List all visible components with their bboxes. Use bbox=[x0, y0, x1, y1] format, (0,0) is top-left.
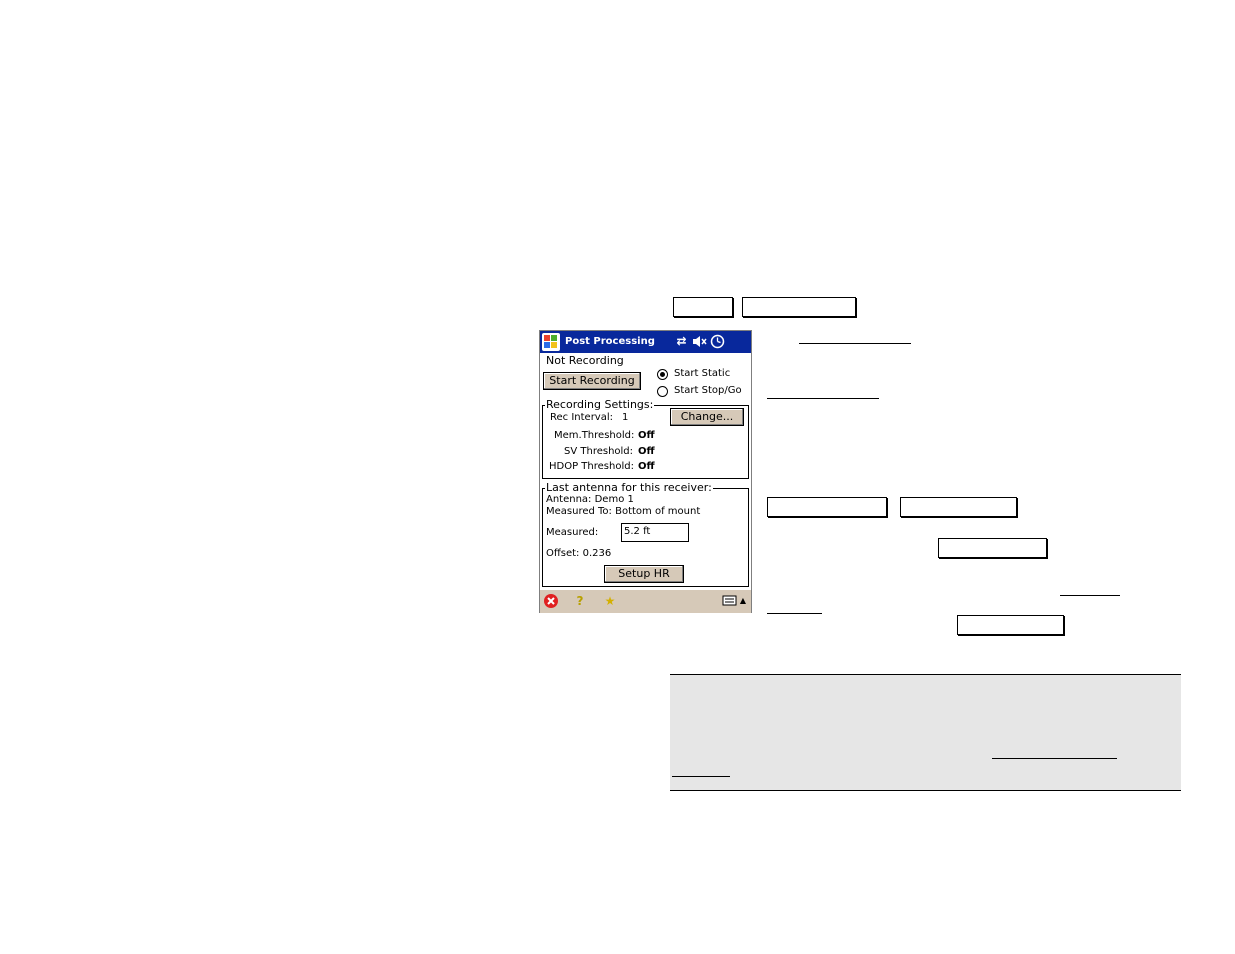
close-icon[interactable] bbox=[543, 593, 559, 609]
note-link-2 bbox=[672, 776, 730, 777]
mem-threshold-label: Mem.Threshold: bbox=[554, 430, 635, 441]
help-icon[interactable]: ? bbox=[572, 593, 588, 609]
hdop-threshold-value: Off bbox=[638, 461, 655, 472]
doc-link-1 bbox=[799, 343, 911, 344]
measured-to: Measured To: Bottom of mount bbox=[546, 506, 701, 517]
start-stop-go-label: Start Stop/Go bbox=[674, 385, 742, 396]
recording-status: Not Recording bbox=[546, 354, 624, 367]
antenna-name: Antenna: Demo 1 bbox=[546, 494, 634, 505]
measured-input[interactable]: 5.2 ft bbox=[621, 523, 689, 542]
keyboard-icon[interactable] bbox=[722, 593, 738, 609]
start-static-radio[interactable] bbox=[657, 369, 668, 380]
doc-link-3 bbox=[1060, 595, 1120, 596]
doc-button-4 bbox=[900, 497, 1017, 517]
measured-label: Measured: bbox=[546, 527, 599, 538]
note-box bbox=[670, 674, 1181, 791]
start-static-label: Start Static bbox=[674, 368, 731, 379]
windows-start-icon[interactable] bbox=[542, 333, 560, 351]
offset-value: Offset: 0.236 bbox=[546, 548, 612, 559]
hdop-threshold-label: HDOP Threshold: bbox=[549, 461, 634, 472]
antenna-group-label: Last antenna for this receiver: bbox=[545, 481, 713, 494]
doc-button-6 bbox=[957, 615, 1064, 635]
doc-button-5 bbox=[938, 538, 1047, 558]
doc-link-2 bbox=[767, 398, 879, 399]
change-button[interactable]: Change... bbox=[670, 408, 744, 426]
note-link-1 bbox=[992, 758, 1117, 759]
recording-settings-label: Recording Settings: bbox=[545, 398, 655, 411]
pocketpc-window: Post Processing ⇄ Not Recording Start Re… bbox=[539, 330, 752, 613]
input-menu-arrow-icon[interactable]: ▲ bbox=[738, 593, 748, 609]
sv-threshold-value: Off bbox=[638, 446, 655, 457]
speaker-muted-icon[interactable] bbox=[692, 334, 707, 349]
window-title: Post Processing bbox=[565, 336, 655, 347]
setup-hr-button[interactable]: Setup HR bbox=[604, 565, 684, 583]
sv-threshold-label: SV Threshold: bbox=[564, 446, 634, 457]
setup-hr-label: Setup HR bbox=[618, 567, 670, 580]
mem-threshold-value: Off bbox=[638, 430, 655, 441]
post-processing-form: Not Recording Start Recording Start Stat… bbox=[540, 353, 751, 589]
start-stop-go-radio[interactable] bbox=[657, 386, 668, 397]
doc-button-3 bbox=[767, 497, 887, 517]
sync-icon[interactable]: ⇄ bbox=[674, 334, 689, 349]
rec-interval-label: Rec Interval: bbox=[550, 412, 613, 423]
taskbar: ? ★ ▲ bbox=[540, 589, 751, 613]
title-bar: Post Processing ⇄ bbox=[540, 331, 751, 353]
clock-icon[interactable] bbox=[710, 334, 725, 349]
favorites-icon[interactable]: ★ bbox=[602, 593, 618, 609]
rec-interval-value: 1 bbox=[622, 412, 629, 423]
doc-button-2 bbox=[742, 297, 856, 317]
doc-button-1 bbox=[673, 297, 733, 317]
start-recording-button[interactable]: Start Recording bbox=[543, 372, 641, 390]
doc-link-4 bbox=[767, 613, 822, 614]
